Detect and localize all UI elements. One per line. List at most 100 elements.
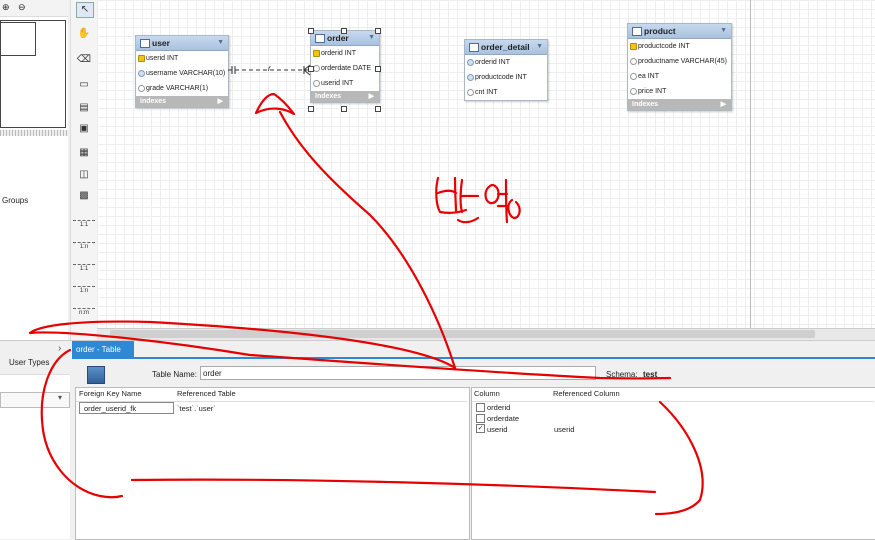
table-header: user ▼ [136, 36, 228, 51]
checkbox-orderid[interactable] [476, 403, 485, 412]
table-order-detail[interactable]: order_detail ▼ orderid INT productcode IN… [464, 39, 548, 101]
table-icon [469, 43, 479, 52]
column-icon [630, 88, 637, 95]
table-name: order [327, 33, 349, 43]
column-row: orderid INT [311, 46, 379, 61]
user-types-label: User Types [9, 358, 50, 367]
table-icon [315, 34, 325, 43]
table-name-input[interactable]: order [200, 366, 596, 380]
collapse-arrow-icon[interactable]: ▼ [368, 31, 375, 45]
resize-handle[interactable] [341, 106, 347, 112]
divider [472, 401, 874, 402]
schema-label: Schema: [606, 370, 638, 379]
column-icon [630, 58, 637, 65]
table-user[interactable]: user ▼ userid INT username VARCHAR(10) gr… [135, 35, 229, 108]
column-row: grade VARCHAR(1) [136, 81, 228, 96]
column-header[interactable]: Column [474, 389, 500, 398]
image-tool-icon[interactable]: ▣ [76, 122, 92, 136]
collapse-arrow-icon[interactable]: ▼ [536, 40, 543, 54]
table-icon [632, 27, 642, 36]
scrollbar-thumb[interactable] [110, 330, 815, 338]
table-order[interactable]: order ▼ orderid INT orderdate DATE userid… [310, 30, 380, 103]
rel-n-m-tool[interactable]: n:m [73, 308, 95, 317]
table-header: order_detail ▼ [465, 40, 547, 55]
tool-palette: ↖ ✋ ⌫ ▭ ▤ ▣ ▦ ◫ ▩ 1:1 1:n 1:1 1:n n:m [70, 0, 98, 340]
table-tool-icon[interactable]: ▦ [76, 146, 92, 160]
resize-handle[interactable] [375, 28, 381, 34]
pointer-tool-icon[interactable]: ↖ [76, 2, 94, 18]
ref-column-header[interactable]: Referenced Column [553, 389, 620, 398]
fk-name-cell[interactable]: order_userid_fk [79, 402, 174, 414]
minimap-viewport[interactable] [0, 22, 36, 56]
zoom-in-icon[interactable]: ⊕ [2, 2, 12, 12]
fk-name-header[interactable]: Foreign Key Name [79, 389, 142, 398]
column-row: productcode INT [628, 39, 731, 54]
hand-tool-icon[interactable]: ✋ [76, 27, 92, 41]
column-name: orderdate [487, 414, 520, 423]
primary-key-icon [138, 55, 145, 62]
column-name: userid [487, 425, 508, 434]
column-icon [467, 74, 474, 81]
column-icon [138, 85, 145, 92]
expand-arrow-icon: ▶ [217, 98, 223, 105]
fk-ref-table-header[interactable]: Referenced Table [177, 389, 236, 398]
view-tool-icon[interactable]: ◫ [76, 168, 92, 182]
primary-key-icon [630, 43, 637, 50]
page-boundary [750, 0, 751, 328]
collapse-arrow-icon[interactable]: ▼ [720, 24, 727, 38]
eraser-tool-icon[interactable]: ⌫ [76, 53, 92, 67]
primary-key-icon [313, 50, 320, 57]
ref-column-value[interactable]: userid [554, 425, 574, 434]
zoom-out-icon[interactable]: ⊖ [18, 2, 28, 12]
column-row: userid INT [136, 51, 228, 66]
resize-handle[interactable] [341, 28, 347, 34]
checkbox-userid[interactable]: ✓ [476, 424, 485, 433]
rel-1-1-tool[interactable]: 1:1 [73, 220, 95, 229]
table-header: product ▼ [628, 24, 731, 39]
table-editor-icon [87, 366, 105, 384]
table-name: order_detail [481, 42, 530, 52]
tab-order-table[interactable]: order - Table [72, 341, 134, 358]
schema-value: test [643, 370, 658, 379]
splitter[interactable] [0, 130, 68, 136]
groups-label: Groups [2, 196, 29, 205]
column-name: orderid [487, 403, 511, 412]
column-icon [630, 73, 637, 80]
rel-1-n-tool[interactable]: 1:n [73, 242, 95, 251]
column-row: username VARCHAR(10) [136, 66, 228, 81]
table-name: product [644, 26, 676, 36]
navigator-toolbar: ⊕ ⊖ [0, 0, 68, 17]
table-name: user [152, 38, 170, 48]
relationship-label: r [268, 64, 271, 73]
chevron-down-icon[interactable]: ▾ [58, 393, 62, 402]
layer-tool-icon[interactable]: ▭ [76, 78, 92, 92]
column-row: price INT [628, 84, 731, 99]
chevron-right-icon[interactable]: › [58, 343, 61, 354]
routine-tool-icon[interactable]: ▩ [76, 189, 92, 203]
column-icon [313, 80, 320, 87]
checkbox-orderdate[interactable] [476, 414, 485, 423]
column-row: userid INT [311, 76, 379, 91]
table-product[interactable]: product ▼ productcode INT productname VAR… [627, 23, 732, 111]
resize-handle[interactable] [375, 66, 381, 72]
resize-handle[interactable] [308, 106, 314, 112]
resize-handle[interactable] [308, 28, 314, 34]
fk-ref-table-cell[interactable]: `test`.`user` [177, 404, 216, 413]
collapse-arrow-icon[interactable]: ▼ [217, 36, 224, 50]
table-name-label: Table Name: [152, 370, 197, 379]
rel-1-1-id-tool[interactable]: 1:1 [73, 264, 95, 273]
column-icon [138, 70, 145, 77]
column-row: productcode INT [465, 70, 547, 85]
rel-1-n-id-tool[interactable]: 1:n [73, 286, 95, 295]
note-tool-icon[interactable]: ▤ [76, 101, 92, 115]
table-icon [140, 39, 150, 48]
column-row: cnt INT [465, 85, 547, 100]
column-icon [467, 89, 474, 96]
fk-column-list[interactable] [471, 387, 875, 540]
indexes-section[interactable]: Indexes ▶ [136, 96, 228, 107]
expand-arrow-icon: ▶ [368, 93, 374, 100]
column-row: orderid INT [465, 55, 547, 70]
indexes-section[interactable]: Indexes ▶ [311, 91, 379, 102]
indexes-section[interactable]: Indexes ▶ [628, 99, 731, 110]
resize-handle[interactable] [375, 106, 381, 112]
